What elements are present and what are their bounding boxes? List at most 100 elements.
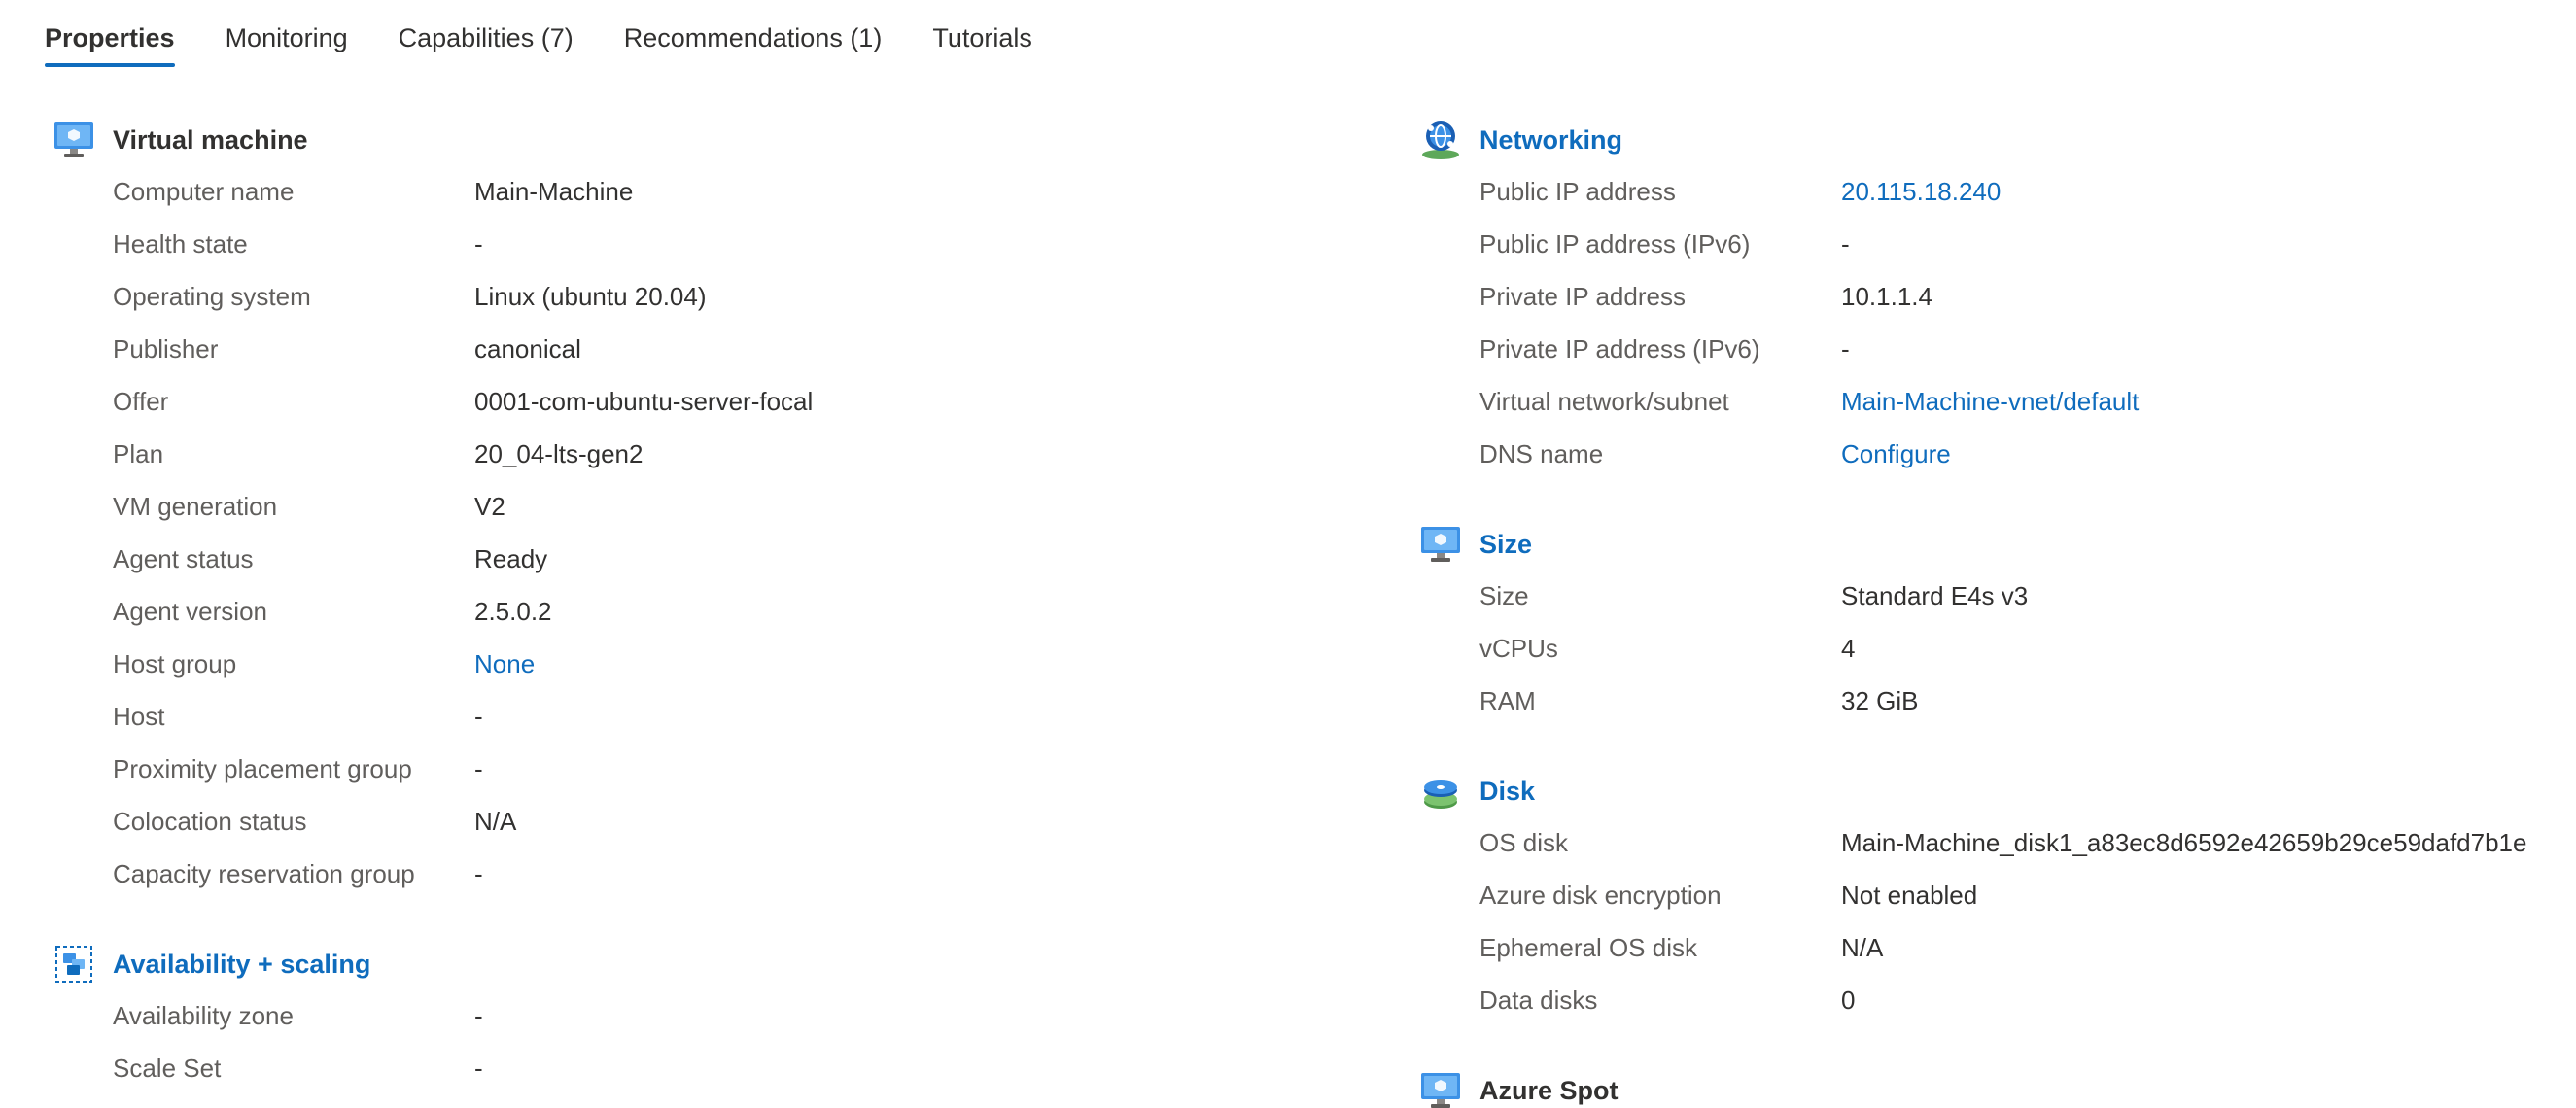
virtual-machine-section: Virtual machine Computer name Main-Machin… — [52, 119, 1316, 900]
property-row: Proximity placement group - — [52, 743, 1316, 795]
virtual-machine-header: Virtual machine — [52, 119, 1316, 161]
property-label: Data disks — [1479, 985, 1598, 1015]
property-label: RAM — [1479, 685, 1536, 715]
monitor-icon — [1419, 523, 1462, 566]
property-row: vCPUs 4 — [1419, 622, 2557, 675]
property-value: N/A — [1841, 932, 1884, 962]
property-label: Azure disk encryption — [1479, 880, 1722, 910]
property-value: Ready — [474, 543, 548, 573]
azure-spot-header: Azure Spot — [1419, 1069, 2557, 1108]
property-value: Not enabled — [1841, 880, 1978, 910]
property-row: Health state - — [52, 218, 1316, 270]
property-value: 4 — [1841, 633, 1856, 663]
property-label: Private IP address — [1479, 281, 1686, 311]
tab-bar: Properties Monitoring Capabilities (7) R… — [45, 23, 1083, 67]
property-row: Colocation status N/A — [52, 795, 1316, 848]
property-row: Private IP address (IPv6) - — [1419, 323, 2557, 375]
monitor-icon — [52, 119, 95, 161]
tab-capabilities[interactable]: Capabilities (7) — [399, 23, 574, 67]
property-value: V2 — [474, 491, 505, 521]
property-row: Availability zone - — [52, 989, 1316, 1042]
property-label: Colocation status — [113, 806, 307, 836]
property-value: Standard E4s v3 — [1841, 580, 2029, 610]
networking-header: Networking — [1419, 119, 2557, 161]
property-row: Azure disk encryption Not enabled — [1419, 869, 2557, 921]
property-value: Main-Machine_disk1_a83ec8d6592e42659b29c… — [1841, 827, 2527, 857]
host-group-link[interactable]: None — [474, 649, 535, 679]
property-label: Operating system — [113, 281, 311, 311]
virtual-machine-title: Virtual machine — [113, 124, 308, 155]
globe-network-icon — [1419, 119, 1462, 161]
tab-recommendations[interactable]: Recommendations (1) — [624, 23, 883, 67]
property-row: Host - — [52, 690, 1316, 743]
property-row: Data disks 0 — [1419, 974, 2557, 1026]
size-title-link[interactable]: Size — [1479, 530, 1532, 560]
property-label: Virtual network/subnet — [1479, 386, 1729, 416]
property-row: RAM 32 GiB — [1419, 675, 2557, 727]
property-row: OS disk Main-Machine_disk1_a83ec8d6592e42… — [1419, 816, 2557, 869]
property-label: Offer — [113, 386, 169, 416]
azure-spot-title: Azure Spot — [1479, 1075, 1619, 1105]
property-row: DNS name Configure — [1419, 428, 2557, 480]
property-value: 20_04-lts-gen2 — [474, 438, 644, 468]
property-row: Publisher canonical — [52, 323, 1316, 375]
property-row: Scale Set - — [52, 1042, 1316, 1094]
vm-overview-page: Properties Monitoring Capabilities (7) R… — [0, 0, 2576, 1108]
left-column: Virtual machine Computer name Main-Machin… — [52, 119, 1316, 1108]
property-row: VM generation V2 — [52, 480, 1316, 533]
azure-spot-section: Azure Spot — [1419, 1069, 2557, 1108]
availability-section: Availability + scaling Availability zone… — [52, 943, 1316, 1094]
dns-configure-link[interactable]: Configure — [1841, 439, 1951, 469]
vnet-subnet-link[interactable]: Main-Machine-vnet/default — [1841, 387, 2139, 417]
property-row: Computer name Main-Machine — [52, 165, 1316, 218]
property-value: - — [474, 1000, 483, 1030]
property-label: Host — [113, 701, 165, 731]
property-row: Plan 20_04-lts-gen2 — [52, 428, 1316, 480]
property-label: Host group — [113, 648, 237, 678]
property-value: - — [474, 858, 483, 888]
property-row: Host group None — [52, 638, 1316, 690]
property-label: Plan — [113, 438, 164, 468]
property-row: Offer 0001-com-ubuntu-server-focal — [52, 375, 1316, 428]
availability-title-link[interactable]: Availability + scaling — [113, 950, 370, 980]
property-value: 10.1.1.4 — [1841, 281, 1932, 311]
size-header: Size — [1419, 523, 2557, 566]
disk-section: Disk OS disk Main-Machine_disk1_a83ec8d65… — [1419, 770, 2557, 1026]
property-label: vCPUs — [1479, 633, 1558, 663]
property-value: 0 — [1841, 985, 1856, 1015]
size-section: Size Size Standard E4s v3 vCPUs 4 RAM 32 Gi… — [1419, 523, 2557, 727]
property-label: VM generation — [113, 491, 278, 521]
tab-properties[interactable]: Properties — [45, 23, 175, 67]
tab-monitoring[interactable]: Monitoring — [226, 23, 348, 67]
property-value: canonical — [474, 333, 581, 364]
availability-header: Availability + scaling — [52, 943, 1316, 986]
property-row: Private IP address 10.1.1.4 — [1419, 270, 2557, 323]
scale-set-icon — [52, 943, 95, 986]
tab-tutorials[interactable]: Tutorials — [932, 23, 1032, 67]
networking-title-link[interactable]: Networking — [1479, 125, 1622, 156]
property-row: Public IP address 20.115.18.240 — [1419, 165, 2557, 218]
networking-section: Networking Public IP address 20.115.18.24… — [1419, 119, 2557, 480]
public-ip-link[interactable]: 20.115.18.240 — [1841, 177, 2001, 207]
property-label: Ephemeral OS disk — [1479, 932, 1697, 962]
property-value: - — [1841, 333, 1850, 364]
property-label: Capacity reservation group — [113, 858, 415, 888]
right-column: Networking Public IP address 20.115.18.24… — [1419, 119, 2557, 1108]
property-value: - — [474, 228, 483, 259]
property-value: - — [474, 1053, 483, 1083]
property-label: Private IP address (IPv6) — [1479, 333, 1760, 364]
property-value: N/A — [474, 806, 517, 836]
property-label: Publisher — [113, 333, 219, 364]
property-value: - — [1841, 228, 1850, 259]
disk-header: Disk — [1419, 770, 2557, 813]
disk-title-link[interactable]: Disk — [1479, 777, 1535, 807]
property-value: Linux (ubuntu 20.04) — [474, 281, 707, 311]
property-row: Virtual network/subnet Main-Machine-vnet/… — [1419, 375, 2557, 428]
property-label: Computer name — [113, 176, 295, 206]
property-label: DNS name — [1479, 438, 1604, 468]
property-row: Capacity reservation group - — [52, 848, 1316, 900]
property-value: Main-Machine — [474, 176, 634, 206]
property-label: Proximity placement group — [113, 753, 412, 783]
property-row: Size Standard E4s v3 — [1419, 570, 2557, 622]
property-value: - — [474, 753, 483, 783]
